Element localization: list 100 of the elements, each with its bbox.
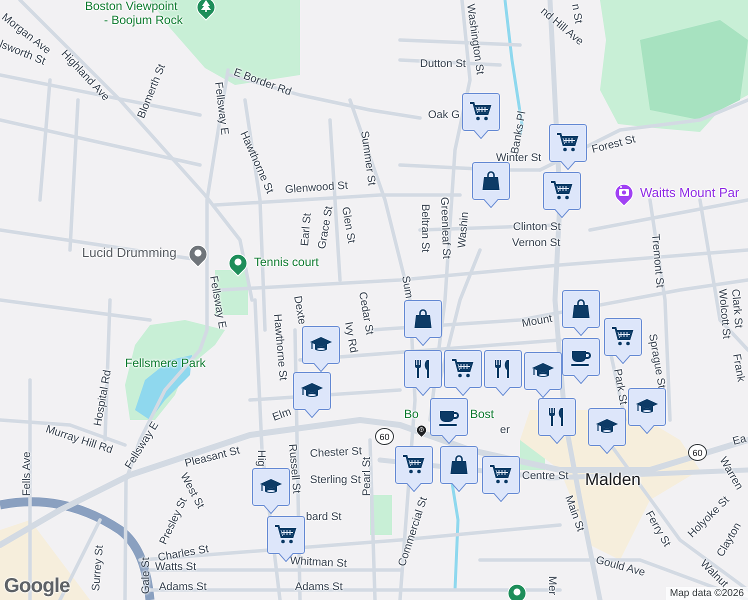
poi-marker[interactable] (188, 243, 208, 268)
map-pin[interactable] (430, 398, 468, 444)
map-pin[interactable] (404, 350, 442, 396)
map-pin[interactable] (543, 172, 581, 218)
dot-icon (514, 588, 520, 596)
map-pin[interactable] (562, 338, 600, 384)
shopping-bag-icon (482, 171, 500, 190)
street-label: Fellsway E (207, 275, 228, 330)
shopping-cart-icon (490, 465, 512, 484)
street-label: Elm (270, 406, 293, 424)
transit-icon (419, 427, 424, 432)
dot-icon (194, 250, 202, 256)
street-label: Summer St (358, 130, 378, 186)
shopping-cart-icon (612, 327, 634, 346)
map-pin[interactable] (472, 162, 510, 208)
map-pin[interactable] (293, 372, 331, 418)
shopping-bag-icon (450, 455, 468, 474)
street-label: Frank (730, 353, 747, 383)
map-pin[interactable] (404, 300, 442, 346)
map-pin[interactable] (562, 290, 600, 336)
street-label: Park St (611, 368, 630, 406)
poi-marker[interactable] (228, 252, 248, 277)
street-label: bard St (306, 511, 342, 524)
map-pin[interactable] (538, 398, 576, 444)
poi-marker[interactable] (196, 0, 216, 21)
street-label: Mer (546, 576, 558, 595)
street-label: Whitman St (290, 555, 348, 570)
street-label: Centre St (522, 470, 568, 482)
street-label: Sum (399, 275, 415, 300)
street-label: Beltran St (418, 204, 432, 252)
tree-icon (201, 0, 211, 12)
map-pin[interactable] (628, 388, 666, 434)
street-label: Mount (520, 312, 554, 330)
coffee-cup-icon (571, 351, 591, 366)
shopping-bag-icon (572, 299, 590, 318)
place-label: Waitts Mount Par (640, 186, 740, 200)
street-label: Chester St (310, 445, 362, 460)
street-label: Adams St (295, 581, 343, 594)
map-pin[interactable] (462, 93, 500, 139)
street-label: E Border Rd (232, 66, 293, 98)
map-pin[interactable] (444, 350, 482, 396)
street-label: Charles St (156, 543, 210, 564)
graduation-cap-icon (636, 399, 658, 413)
street-label: Fellsway E (212, 81, 230, 136)
street-label: Greenleaf St (438, 196, 452, 259)
street-label: Watts St (155, 561, 196, 574)
fork-and-knife-icon (549, 408, 563, 426)
street-label: Oak G (428, 109, 460, 122)
dot-icon (234, 258, 242, 266)
street-label: Hawthorne St (270, 314, 289, 381)
street-label: Pearl St (360, 456, 374, 496)
shopping-cart-icon (452, 359, 474, 378)
map-attribution: Map data ©2026 (666, 587, 748, 600)
poi-marker[interactable] (507, 582, 527, 600)
street-label: Adams St (159, 581, 207, 594)
street-label: Fells Ave (20, 452, 34, 496)
street-label: Vernon St (512, 237, 560, 250)
street-label: Hospital Rd (92, 369, 114, 428)
place-label: Tennis court (254, 256, 319, 270)
street-label: Grace St (316, 205, 336, 250)
street-label: Glenwood St (284, 180, 348, 196)
fork-and-knife-icon (495, 360, 509, 378)
coffee-cup-icon (439, 411, 459, 426)
street-label: Sprague St (646, 333, 668, 390)
route-shield: 60 (688, 444, 707, 461)
place-label: - Boojum Rock (104, 14, 183, 28)
map-pin[interactable] (604, 318, 642, 364)
street-label: Russell St (286, 444, 302, 494)
graduation-cap-icon (596, 419, 618, 433)
poi-marker[interactable] (614, 182, 634, 207)
graduation-cap-icon (310, 337, 332, 351)
graduation-cap-icon (532, 363, 554, 377)
city-label: Malden (585, 471, 641, 490)
street-label: Forest St (590, 133, 637, 156)
google-logo: Google (4, 575, 70, 598)
map-pin[interactable] (440, 446, 478, 492)
street-label: Clinton St (513, 221, 561, 234)
map-pin[interactable] (524, 352, 562, 398)
street-label: Washin (456, 211, 472, 249)
map-pin[interactable] (302, 326, 340, 372)
map-pin[interactable] (395, 446, 433, 492)
street-label: Sterling St (310, 474, 361, 486)
place-label: Bo (404, 408, 419, 422)
street-label: Dutton St (420, 58, 466, 70)
shopping-cart-icon (551, 181, 572, 200)
map-pin[interactable] (482, 456, 520, 502)
shopping-cart-icon (403, 455, 424, 474)
street-label: Surrey St (90, 544, 106, 592)
place-label: Lucid Drumming (82, 246, 177, 260)
street-label: Gould Ave (594, 554, 646, 579)
map-pin[interactable] (588, 408, 626, 454)
street-label: Dexte (291, 295, 308, 326)
place-label: Bost (470, 408, 494, 422)
camera-icon (619, 186, 629, 196)
graduation-cap-icon (301, 383, 323, 397)
street-label: Tremont St (648, 234, 666, 288)
map-pin[interactable] (484, 350, 522, 396)
map-pin[interactable] (252, 468, 290, 514)
map-pin[interactable] (549, 124, 587, 170)
poi-marker[interactable] (416, 424, 427, 438)
